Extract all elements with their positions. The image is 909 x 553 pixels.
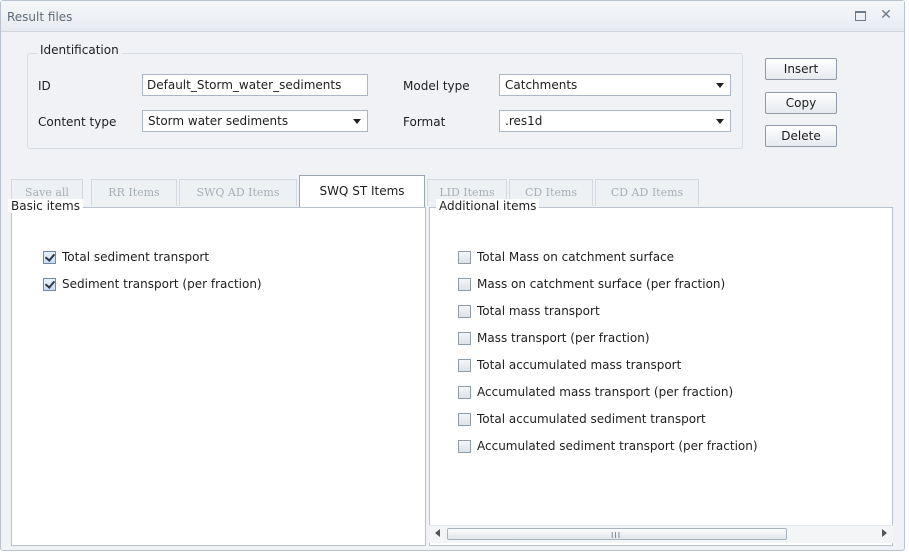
checkbox-label: Sediment transport (per fraction) [62, 277, 262, 291]
insert-button[interactable]: Insert [765, 58, 837, 80]
id-label: ID [38, 79, 51, 93]
content-type-label: Content type [38, 115, 117, 129]
checkbox-icon[interactable] [458, 332, 471, 345]
format-value: .res1d [505, 114, 543, 128]
horizontal-scrollbar[interactable]: III [429, 525, 893, 543]
checkbox-label: Total sediment transport [62, 250, 210, 264]
checkbox-icon[interactable] [458, 413, 471, 426]
checkbox-label: Mass transport (per fraction) [477, 331, 650, 345]
checkbox-label: Total accumulated mass transport [477, 358, 682, 372]
scrollbar-thumb[interactable]: III [447, 528, 787, 540]
checkbox-icon[interactable] [458, 305, 471, 318]
identification-legend: Identification [37, 43, 122, 57]
tab-cd-ad-items[interactable]: CD AD Items [595, 179, 699, 206]
scroll-left-icon[interactable] [435, 529, 440, 537]
copy-button[interactable]: Copy [765, 92, 837, 114]
checkbox-icon[interactable] [458, 440, 471, 453]
checkbox-label: Total Mass on catchment surface [477, 250, 675, 264]
additional-items-legend: Additional items [436, 199, 540, 213]
checkbox-label: Accumulated sediment transport (per frac… [477, 439, 758, 453]
basic-items-panel: Basic items Total sediment transport Sed… [8, 199, 426, 546]
delete-button[interactable]: Delete [765, 125, 837, 147]
tab-swq-st-items[interactable]: SWQ ST Items [299, 175, 425, 207]
checkbox-label: Total mass transport [477, 304, 600, 318]
scrollbar-grip: III [611, 531, 622, 540]
checkbox-icon[interactable] [458, 251, 471, 264]
checkbox-icon[interactable] [458, 386, 471, 399]
title-bar: Result files ✕ [1, 1, 904, 32]
tab-rr-items[interactable]: RR Items [91, 179, 177, 206]
window-title: Result files [7, 10, 73, 24]
model-type-label: Model type [403, 79, 470, 93]
model-type-value: Catchments [505, 78, 578, 92]
additional-items-panel: Additional items Total Mass on catchment… [429, 199, 893, 546]
chevron-down-icon [716, 83, 724, 88]
checkbox-label: Accumulated mass transport (per fraction… [477, 385, 734, 399]
chevron-down-icon [353, 119, 361, 124]
checkbox-label: Total accumulated sediment transport [477, 412, 706, 426]
checkbox-label: Mass on catchment surface (per fraction) [477, 277, 726, 291]
checkbox-icon[interactable] [458, 359, 471, 372]
checkbox-checked-icon[interactable] [43, 251, 56, 264]
checkbox-checked-icon[interactable] [43, 278, 56, 291]
close-icon[interactable]: ✕ [878, 7, 894, 23]
basic-items-legend: Basic items [8, 199, 83, 213]
tab-swq-ad-items[interactable]: SWQ AD Items [179, 179, 297, 206]
model-type-select[interactable]: Catchments [499, 74, 731, 96]
content-type-select[interactable]: Storm water sediments [142, 110, 368, 132]
identification-group [27, 53, 743, 149]
scroll-right-icon[interactable] [882, 529, 887, 537]
maximize-icon[interactable] [852, 7, 868, 23]
content-type-value: Storm water sediments [148, 114, 289, 128]
checkbox-icon[interactable] [458, 278, 471, 291]
format-label: Format [403, 115, 446, 129]
format-select[interactable]: .res1d [499, 110, 731, 132]
chevron-down-icon [716, 119, 724, 124]
id-field[interactable]: Default_Storm_water_sediments [142, 74, 368, 96]
result-files-window: Result files ✕ Identification ID Default… [0, 0, 905, 551]
